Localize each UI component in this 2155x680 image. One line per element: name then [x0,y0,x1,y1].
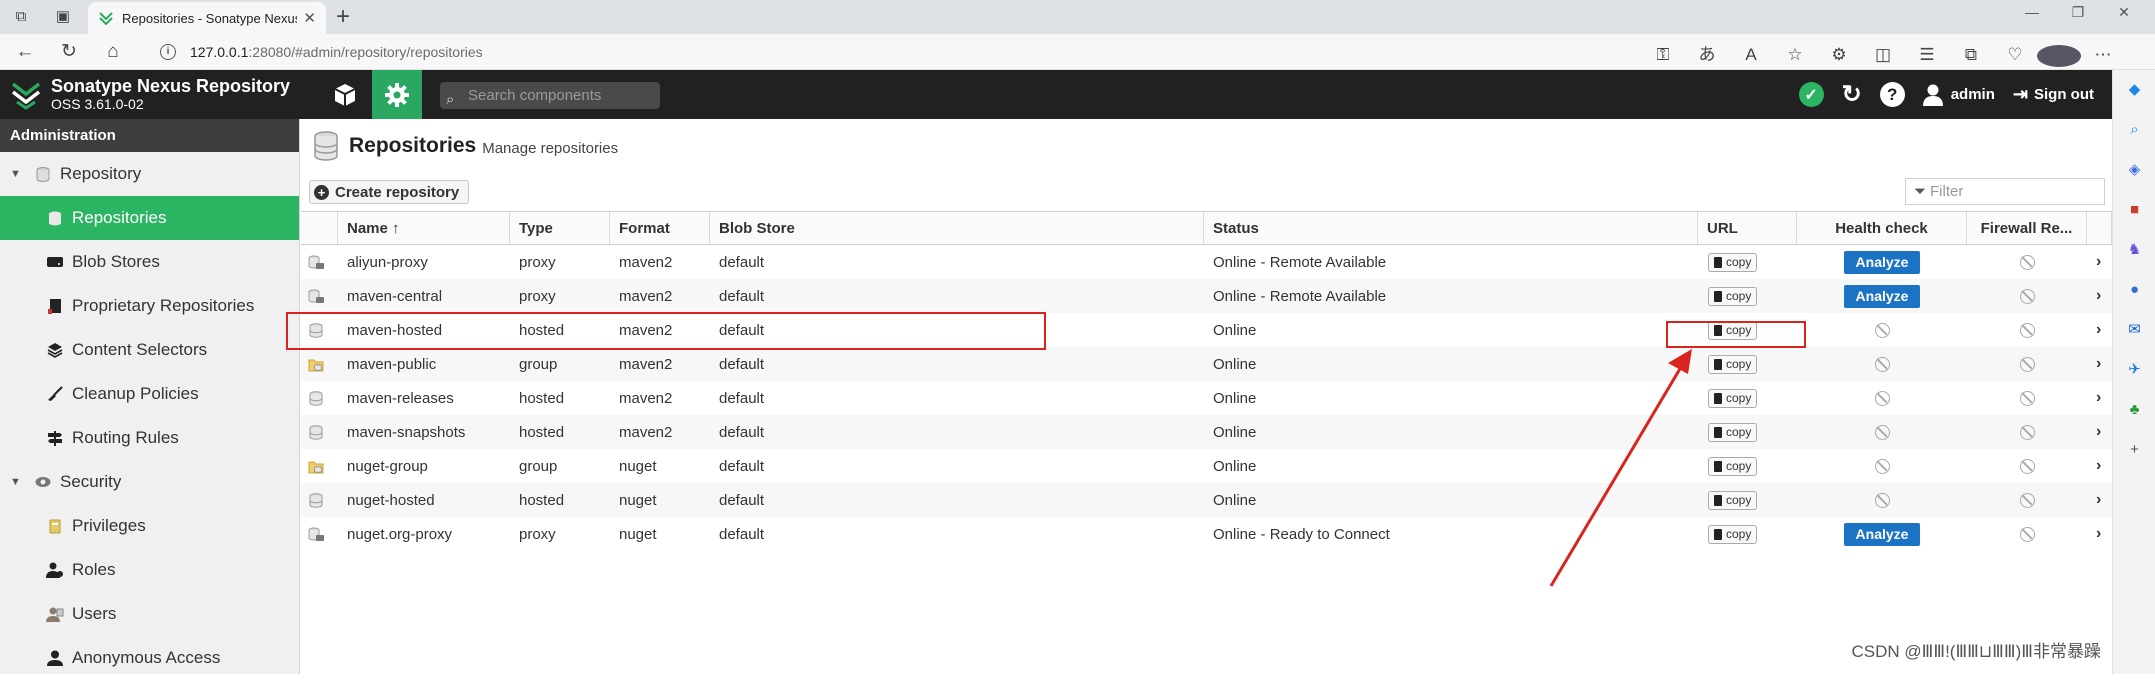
watermark: CSDN @ⅢⅢ!(ⅢⅢ⊔ⅢⅢ)Ⅲ非常暴躁 [1851,637,2101,662]
annotation-arrow [0,0,2155,674]
